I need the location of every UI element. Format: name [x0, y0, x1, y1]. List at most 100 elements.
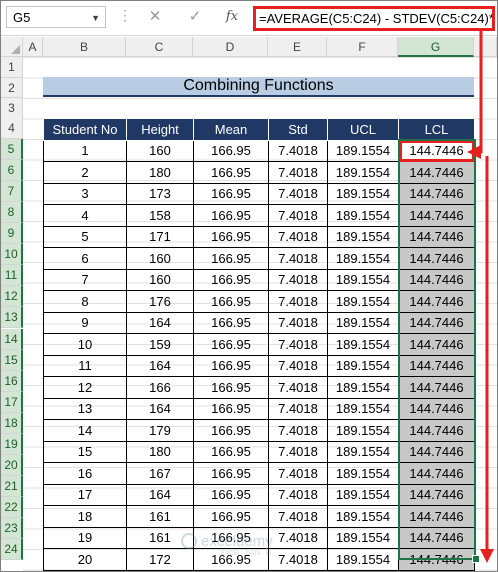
cell-mean[interactable]: 166.95	[193, 139, 269, 162]
cell-student-no[interactable]: 17	[43, 483, 127, 506]
cell-lcl[interactable]: 144.7446	[398, 354, 475, 377]
cell-ucl[interactable]: 189.1554	[327, 247, 399, 270]
column-header-b[interactable]: B	[43, 37, 126, 57]
cell-student-no[interactable]: 19	[43, 526, 127, 549]
cell-height[interactable]: 160	[126, 268, 194, 291]
cell-lcl[interactable]: 144.7446	[398, 440, 475, 463]
cell-lcl[interactable]: 144.7446	[398, 397, 475, 420]
row-header-19[interactable]: 19	[1, 433, 23, 455]
row-header-22[interactable]: 22	[1, 496, 23, 518]
cell-height[interactable]: 164	[126, 311, 194, 334]
header-mean[interactable]: Mean	[193, 118, 269, 141]
cell-student-no[interactable]: 10	[43, 333, 127, 356]
row-header-5[interactable]: 5	[1, 139, 23, 161]
cell-std[interactable]: 7.4018	[268, 290, 328, 313]
cell-height[interactable]: 167	[126, 462, 194, 485]
cell-height[interactable]: 160	[126, 247, 194, 270]
cell-lcl[interactable]: 144.7446	[398, 526, 475, 549]
cell-lcl[interactable]: 144.7446	[398, 462, 475, 485]
cell-student-no[interactable]: 12	[43, 376, 127, 399]
column-header-g[interactable]: G	[398, 37, 474, 57]
row-header-14[interactable]: 14	[1, 328, 23, 350]
cell-lcl[interactable]: 144.7446	[398, 376, 475, 399]
cell-std[interactable]: 7.4018	[268, 225, 328, 248]
formula-input[interactable]: =AVERAGE(C5:C24) - STDEV(C5:C24)*3	[253, 6, 495, 31]
cell-std[interactable]: 7.4018	[268, 354, 328, 377]
cell-ucl[interactable]: 189.1554	[327, 462, 399, 485]
cell-ucl[interactable]: 189.1554	[327, 419, 399, 442]
header-lcl[interactable]: LCL	[398, 118, 475, 141]
cell-student-no[interactable]: 13	[43, 397, 127, 420]
cell-lcl[interactable]: 144.7446	[398, 419, 475, 442]
cell-std[interactable]: 7.4018	[268, 505, 328, 528]
cell-lcl[interactable]: 144.7446	[398, 483, 475, 506]
cell-ucl[interactable]: 189.1554	[327, 354, 399, 377]
row-header-20[interactable]: 20	[1, 454, 23, 476]
column-header-d[interactable]: D	[193, 37, 268, 57]
cell-student-no[interactable]: 15	[43, 440, 127, 463]
cell-std[interactable]: 7.4018	[268, 376, 328, 399]
cell-ucl[interactable]: 189.1554	[327, 333, 399, 356]
row-header-3[interactable]: 3	[1, 98, 23, 119]
cell-height[interactable]: 171	[126, 225, 194, 248]
cell-mean[interactable]: 166.95	[193, 333, 269, 356]
cell-lcl[interactable]: 144.7446	[398, 139, 475, 162]
cell-ucl[interactable]: 189.1554	[327, 268, 399, 291]
cell-height[interactable]: 173	[126, 182, 194, 205]
cell-height[interactable]: 164	[126, 483, 194, 506]
cell-student-no[interactable]: 3	[43, 182, 127, 205]
chevron-down-icon[interactable]: ▼	[91, 7, 100, 29]
select-all-button[interactable]	[1, 37, 23, 57]
cell-student-no[interactable]: 8	[43, 290, 127, 313]
cell-lcl[interactable]: 144.7446	[398, 311, 475, 334]
row-header-16[interactable]: 16	[1, 370, 23, 392]
row-header-2[interactable]: 2	[1, 77, 23, 98]
cell-student-no[interactable]: 20	[43, 548, 127, 571]
cell-ucl[interactable]: 189.1554	[327, 397, 399, 420]
row-header-24[interactable]: 24	[1, 539, 23, 561]
enter-icon[interactable]: ✓	[184, 6, 206, 28]
cell-height[interactable]: 160	[126, 139, 194, 162]
row-header-13[interactable]: 13	[1, 307, 23, 329]
cell-lcl[interactable]: 144.7446	[398, 290, 475, 313]
cell-mean[interactable]: 166.95	[193, 182, 269, 205]
cell-height[interactable]: 179	[126, 419, 194, 442]
cell-mean[interactable]: 166.95	[193, 483, 269, 506]
row-header-11[interactable]: 11	[1, 265, 23, 287]
cell-height[interactable]: 161	[126, 505, 194, 528]
row-header-10[interactable]: 10	[1, 244, 23, 266]
cell-std[interactable]: 7.4018	[268, 419, 328, 442]
cell-height[interactable]: 164	[126, 397, 194, 420]
row-header-17[interactable]: 17	[1, 391, 23, 413]
cell-mean[interactable]: 166.95	[193, 397, 269, 420]
cell-mean[interactable]: 166.95	[193, 268, 269, 291]
cell-student-no[interactable]: 11	[43, 354, 127, 377]
cell-student-no[interactable]: 18	[43, 505, 127, 528]
cell-mean[interactable]: 166.95	[193, 505, 269, 528]
cell-std[interactable]: 7.4018	[268, 204, 328, 227]
sheet-title[interactable]: Combining Functions	[43, 77, 474, 97]
column-header-c[interactable]: C	[126, 37, 193, 57]
cell-student-no[interactable]: 1	[43, 139, 127, 162]
row-header-6[interactable]: 6	[1, 160, 23, 182]
cell-lcl[interactable]: 144.7446	[398, 204, 475, 227]
header-student-no[interactable]: Student No	[43, 118, 127, 141]
cell-height[interactable]: 158	[126, 204, 194, 227]
cell-lcl[interactable]: 144.7446	[398, 548, 475, 571]
header-std[interactable]: Std	[268, 118, 328, 141]
cell-mean[interactable]: 166.95	[193, 204, 269, 227]
cell-ucl[interactable]: 189.1554	[327, 139, 399, 162]
cell-std[interactable]: 7.4018	[268, 139, 328, 162]
cell-student-no[interactable]: 4	[43, 204, 127, 227]
row-header-7[interactable]: 7	[1, 181, 23, 203]
cell-ucl[interactable]: 189.1554	[327, 225, 399, 248]
cell-std[interactable]: 7.4018	[268, 483, 328, 506]
cell-lcl[interactable]: 144.7446	[398, 268, 475, 291]
cell-ucl[interactable]: 189.1554	[327, 290, 399, 313]
row-header-15[interactable]: 15	[1, 349, 23, 371]
cell-ucl[interactable]: 189.1554	[327, 548, 399, 571]
header-height[interactable]: Height	[126, 118, 194, 141]
cell-ucl[interactable]: 189.1554	[327, 161, 399, 184]
fill-handle[interactable]	[472, 555, 480, 563]
insert-function-icon[interactable]: fx	[221, 6, 243, 28]
